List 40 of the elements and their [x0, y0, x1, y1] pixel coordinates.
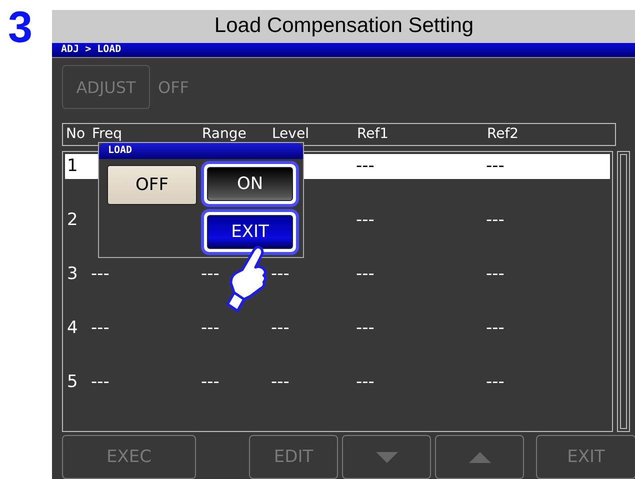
table-cell-text: --- [201, 317, 220, 340]
step-number: 3 [8, 6, 34, 50]
up-triangle-icon [468, 452, 490, 462]
table-cell-text: --- [356, 371, 376, 394]
table-cell-text: 5 [66, 371, 79, 394]
table-cell-text: --- [486, 209, 506, 232]
column-header: Ref2 [487, 125, 520, 144]
option-button[interactable]: ON [207, 167, 293, 201]
column-header: Ref1 [357, 125, 390, 144]
page-title: Load Compensation Setting [214, 14, 474, 38]
table-cell-text: --- [486, 155, 506, 178]
column-header: No [66, 125, 86, 144]
table-cell-text: --- [271, 371, 290, 394]
table-cell-text: --- [356, 263, 376, 286]
down-triangle-icon [376, 452, 398, 462]
table-cell-text: 4 [66, 317, 79, 340]
table-cell-text: 1 [66, 155, 79, 178]
table-cell-text: --- [201, 263, 220, 286]
column-header: Range [202, 125, 248, 144]
table-cell-text: --- [486, 317, 506, 340]
table-cell-text: --- [356, 155, 376, 178]
table-cell-text: --- [91, 317, 110, 340]
table-cell-text: --- [356, 317, 376, 340]
table-cell-text: --- [356, 209, 376, 232]
table-cell-text: --- [486, 263, 506, 286]
table-cell-text: 3 [66, 263, 79, 286]
option-button[interactable]: OFF [107, 165, 197, 205]
exit-button[interactable]: EXIT [207, 215, 293, 249]
column-header: Level [272, 125, 310, 144]
table-cell-text: --- [91, 371, 110, 394]
dialog-title: LOAD [108, 145, 132, 156]
table-cell-text: 2 [66, 209, 79, 232]
table-cell-text: --- [271, 317, 290, 340]
table-cell-text: --- [271, 263, 290, 286]
breadcrumb: ADJ > LOAD [61, 44, 122, 55]
table-cell-text: --- [91, 263, 110, 286]
table-cell-text: --- [201, 371, 220, 394]
adjust-value: OFF [158, 78, 189, 96]
column-header: Freq [92, 125, 123, 144]
table-cell-text: --- [486, 371, 506, 394]
